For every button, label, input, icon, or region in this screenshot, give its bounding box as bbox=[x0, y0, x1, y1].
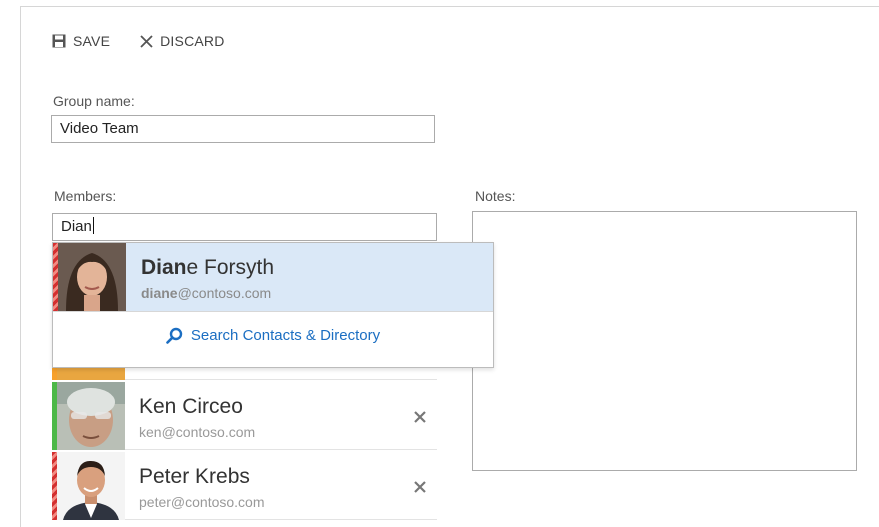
suggestion-email-match: diane bbox=[141, 285, 178, 301]
toolbar: SAVE DISCARD bbox=[52, 33, 225, 49]
suggestion-name-match: Dian bbox=[141, 256, 187, 279]
text-caret bbox=[92, 217, 94, 234]
notes-textarea[interactable] bbox=[472, 211, 857, 471]
group-name-label: Group name: bbox=[53, 93, 135, 109]
suggestion-name: Diane Forsyth bbox=[141, 256, 274, 280]
search-contacts-link[interactable]: Search Contacts & Directory bbox=[53, 327, 493, 344]
floppy-disk-icon bbox=[52, 34, 66, 48]
discard-button[interactable]: DISCARD bbox=[140, 33, 224, 49]
save-label: SAVE bbox=[73, 33, 111, 49]
member-row[interactable]: Peter Krebs peter@contoso.com bbox=[52, 452, 437, 520]
member-name: Ken Circeo bbox=[139, 395, 243, 418]
group-name-field[interactable]: Video Team bbox=[51, 115, 435, 143]
group-name-value: Video Team bbox=[60, 120, 139, 137]
remove-member-icon[interactable] bbox=[411, 408, 429, 426]
discard-label: DISCARD bbox=[160, 33, 225, 49]
suggestion-item[interactable]: Diane Forsyth diane@contoso.com bbox=[53, 243, 493, 311]
member-row[interactable]: Ken Circeo ken@contoso.com bbox=[52, 382, 437, 450]
close-icon bbox=[140, 34, 153, 48]
member-email: peter@contoso.com bbox=[139, 494, 265, 510]
divider bbox=[53, 311, 493, 312]
member-name: Peter Krebs bbox=[139, 465, 250, 488]
magnifier-icon bbox=[166, 327, 183, 344]
avatar bbox=[58, 243, 126, 311]
suggestion-dropdown: Diane Forsyth diane@contoso.com Search C… bbox=[52, 242, 494, 368]
suggestion-email: diane@contoso.com bbox=[141, 285, 271, 301]
avatar bbox=[57, 382, 125, 450]
members-input-value: Dian bbox=[61, 218, 92, 235]
save-button[interactable]: SAVE bbox=[52, 33, 110, 49]
suggestion-email-rest: @contoso.com bbox=[177, 285, 272, 301]
avatar bbox=[57, 452, 125, 520]
member-email: ken@contoso.com bbox=[139, 424, 256, 440]
members-input[interactable]: Dian bbox=[52, 213, 437, 241]
search-contacts-label: Search Contacts & Directory bbox=[190, 327, 381, 344]
members-label: Members: bbox=[54, 188, 117, 204]
suggestion-name-rest: e Forsyth bbox=[186, 256, 275, 279]
remove-member-icon[interactable] bbox=[411, 478, 429, 496]
notes-label: Notes: bbox=[475, 188, 516, 204]
